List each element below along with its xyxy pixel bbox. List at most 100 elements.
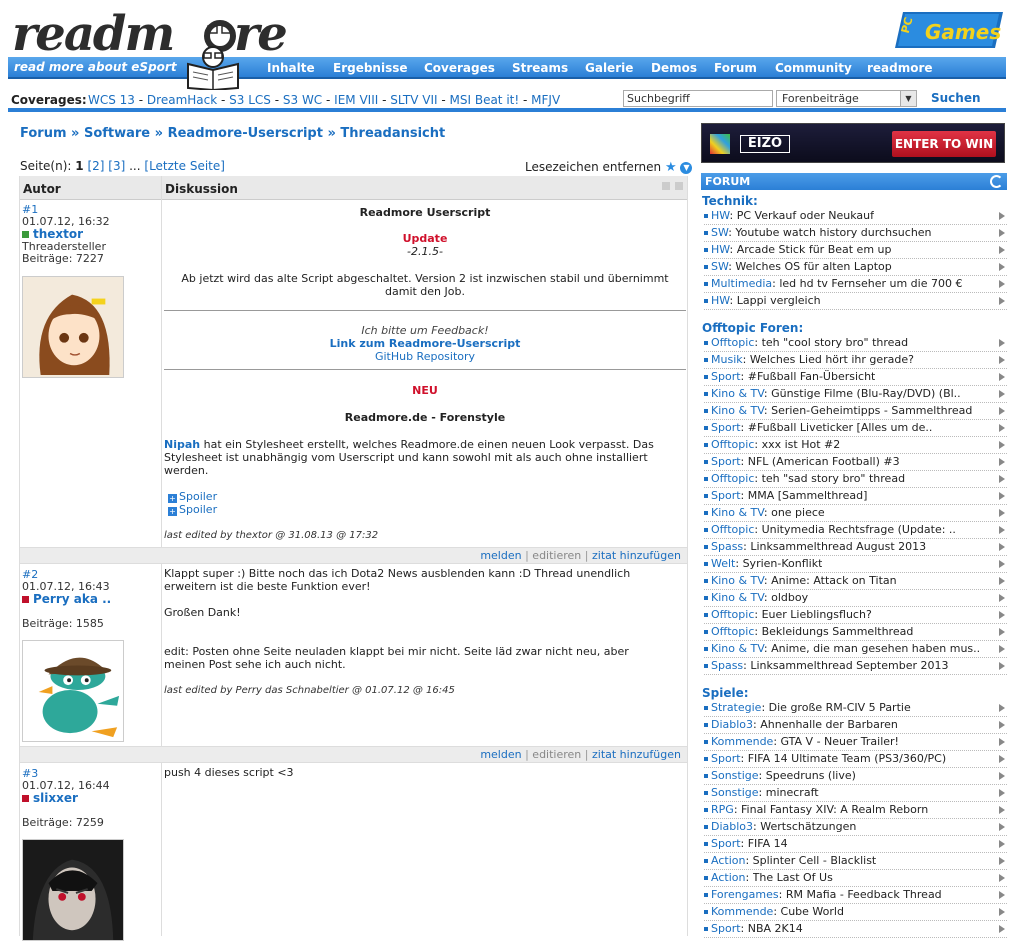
forum-thread-item[interactable]: SW: Welches OS für alten Laptop [704,259,1007,276]
forum-category-link[interactable]: RPG [711,803,734,816]
chevron-right-icon[interactable] [999,246,1005,254]
bookmark-remove[interactable]: Lesezeichen entfernen ★ ▼ [525,160,693,175]
chevron-right-icon[interactable] [999,874,1005,882]
forum-thread-title[interactable]: Ahnenhalle der Barbaren [760,717,898,733]
forum-thread-title[interactable]: #Fußball Fan-Übersicht [748,369,876,385]
forum-thread-title[interactable]: FIFA 14 [748,836,788,852]
nav-forum[interactable]: Forum [714,61,757,75]
chevron-right-icon[interactable] [999,721,1005,729]
expand-icon[interactable] [662,182,670,190]
forum-thread-item[interactable]: Kino & TV: Anime: Attack on Titan [704,573,1007,590]
nav-streams[interactable]: Streams [512,61,568,75]
forum-thread-title[interactable]: Lappi vergleich [737,293,821,309]
coverage-link[interactable]: S3 WC [283,93,322,107]
report-link[interactable]: melden [480,549,521,562]
coverage-link[interactable]: IEM VIII [334,93,378,107]
forum-category-link[interactable]: HW [711,209,730,222]
forum-thread-item[interactable]: Kino & TV: Anime, die man gesehen haben … [704,641,1007,658]
forum-thread-title[interactable]: GTA V - Neuer Trailer! [781,734,899,750]
chevron-right-icon[interactable] [999,704,1005,712]
chevron-right-icon[interactable] [999,891,1005,899]
chevron-right-icon[interactable] [999,908,1005,916]
chevron-right-icon[interactable] [999,645,1005,653]
chevron-right-icon[interactable] [999,772,1005,780]
forum-thread-item[interactable]: Offtopic: Bekleidungs Sammelthread [704,624,1007,641]
forum-thread-title[interactable]: teh "sad story bro" thread [762,471,905,487]
forum-category-link[interactable]: Kino & TV [711,591,764,604]
spoiler-toggle[interactable]: + Spoiler [168,490,686,503]
forum-thread-item[interactable]: Multimedia: led hd tv Fernseher um die 7… [704,276,1007,293]
forum-category-link[interactable]: Diablo3 [711,820,753,833]
forum-thread-item[interactable]: HW: PC Verkauf oder Neukauf [704,208,1007,225]
nav-community[interactable]: Community [775,61,852,75]
forum-thread-title[interactable]: Wertschätzungen [760,819,856,835]
forum-category-link[interactable]: HW [711,294,730,307]
forum-category-link[interactable]: Strategie [711,701,761,714]
chevron-right-icon[interactable] [999,789,1005,797]
chevron-right-icon[interactable] [999,526,1005,534]
edit-link[interactable]: editieren [532,748,581,761]
pagination-page-2[interactable]: [2] [87,159,104,173]
forum-thread-item[interactable]: Kommende: Cube World [704,904,1007,921]
forum-category-link[interactable]: Kino & TV [711,404,764,417]
forum-category-link[interactable]: Sport [711,370,741,383]
refresh-icon[interactable] [990,175,1003,188]
forum-category-link[interactable]: Sonstige [711,769,759,782]
chevron-right-icon[interactable] [999,611,1005,619]
forum-category-link[interactable]: Kommende [711,905,773,918]
search-scope-select[interactable]: Forenbeiträge ▼ [776,90,917,107]
nav-coverages[interactable]: Coverages [424,61,495,75]
forum-thread-title[interactable]: Final Fantasy XIV: A Realm Reborn [741,802,928,818]
forum-thread-title[interactable]: oldboy [771,590,808,606]
chevron-right-icon[interactable] [999,806,1005,814]
forum-thread-item[interactable]: Action: Splinter Cell - Blacklist [704,853,1007,870]
chevron-right-icon[interactable] [999,738,1005,746]
chevron-right-icon[interactable] [999,390,1005,398]
forum-thread-item[interactable]: Kino & TV: Serien-Geheimtipps - Sammelth… [704,403,1007,420]
forum-thread-title[interactable]: xxx ist Hot #2 [762,437,841,453]
quote-link[interactable]: zitat hinzufügen [592,748,681,761]
forum-thread-title[interactable]: Linksammelthread August 2013 [750,539,926,555]
forum-thread-item[interactable]: Offtopic: Unitymedia Rechtsfrage (Update… [704,522,1007,539]
userscript-link[interactable]: Link zum Readmore-Userscript [330,337,521,350]
forum-category-link[interactable]: Action [711,854,745,867]
forum-thread-item[interactable]: Offtopic: xxx ist Hot #2 [704,437,1007,454]
spoiler-label[interactable]: Spoiler [179,490,217,503]
forum-thread-title[interactable]: RM Mafia - Feedback Thread [786,887,942,903]
forum-thread-item[interactable]: Diablo3: Ahnenhalle der Barbaren [704,717,1007,734]
chevron-right-icon[interactable] [999,594,1005,602]
forum-thread-title[interactable]: Anime, die man gesehen haben mus.. [771,641,980,657]
post-username[interactable]: slixxer [33,791,78,805]
forum-thread-item[interactable]: Sonstige: Speedruns (live) [704,768,1007,785]
post-username[interactable]: Perry aka .. [33,592,111,606]
forum-thread-item[interactable]: Sport: FIFA 14 [704,836,1007,853]
forum-thread-item[interactable]: Offtopic: teh "cool story bro" thread [704,335,1007,352]
edit-link[interactable]: editieren [532,549,581,562]
forum-category-link[interactable]: Sonstige [711,786,759,799]
forum-thread-item[interactable]: HW: Lappi vergleich [704,293,1007,310]
forum-thread-item[interactable]: Sport: NFL (American Football) #3 [704,454,1007,471]
search-input[interactable] [623,90,773,107]
chevron-right-icon[interactable] [999,441,1005,449]
forum-thread-title[interactable]: Youtube watch history durchsuchen [735,225,931,241]
forum-thread-title[interactable]: one piece [771,505,825,521]
chevron-right-icon[interactable] [999,339,1005,347]
forum-category-link[interactable]: Spass [711,540,743,553]
breadcrumb-readmore-userscript[interactable]: Readmore-Userscript [168,126,323,141]
forum-thread-title[interactable]: Welches Lied hört ihr gerade? [750,352,914,368]
chevron-right-icon[interactable] [999,280,1005,288]
avatar[interactable] [22,839,124,941]
forum-thread-title[interactable]: NFL (American Football) #3 [748,454,900,470]
forum-category-link[interactable]: HW [711,243,730,256]
chevron-down-icon[interactable]: ▼ [900,91,916,106]
forum-category-link[interactable]: SW [711,260,728,273]
forum-thread-item[interactable]: Sport: MMA [Sammelthread] [704,488,1007,505]
chevron-right-icon[interactable] [999,925,1005,933]
nav-demos[interactable]: Demos [651,61,697,75]
chevron-right-icon[interactable] [999,458,1005,466]
forum-thread-title[interactable]: Anime: Attack on Titan [771,573,897,589]
breadcrumb-forum[interactable]: Forum [20,126,67,141]
forum-thread-item[interactable]: RPG: Final Fantasy XIV: A Realm Reborn [704,802,1007,819]
forum-category-link[interactable]: SW [711,226,728,239]
forum-thread-item[interactable]: Spass: Linksammelthread September 2013 [704,658,1007,675]
